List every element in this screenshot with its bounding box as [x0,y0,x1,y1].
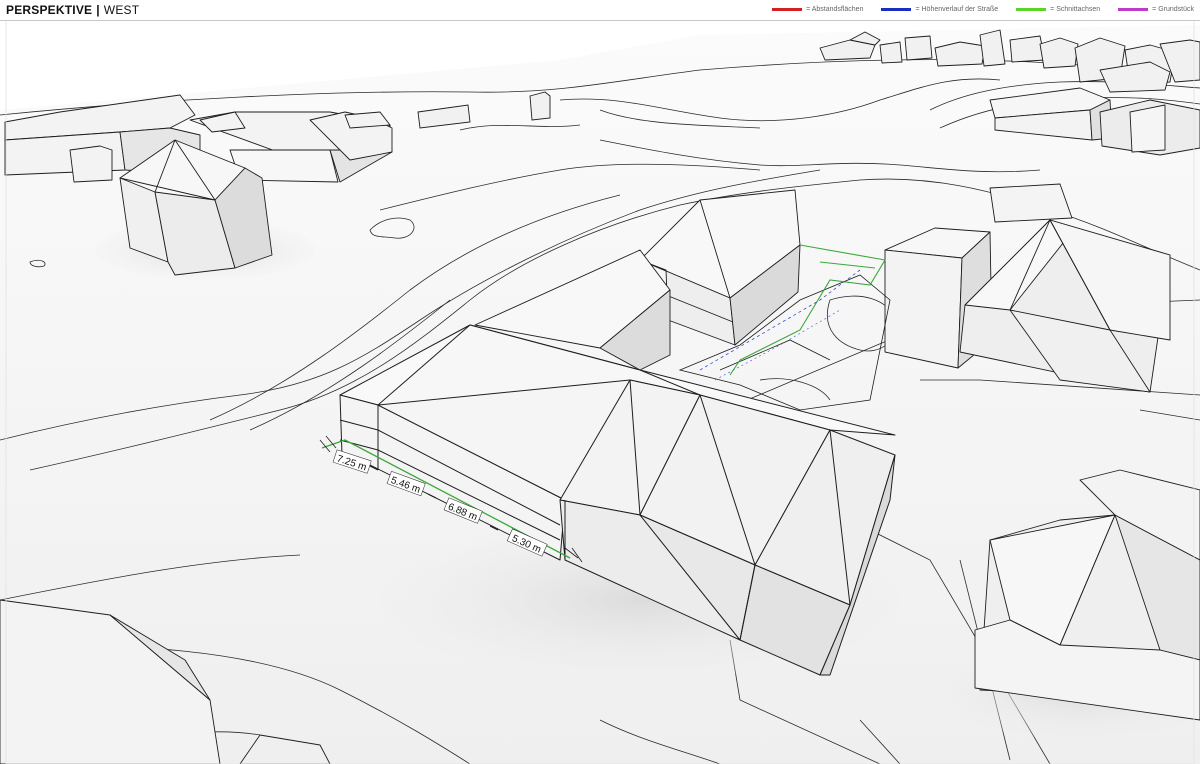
view-title-separator: | [96,3,100,17]
view-title-main: PERSPEKTIVE [6,3,93,17]
legend-label: = Abstandsflächen [806,6,864,13]
legend-swatch-purple [1118,8,1149,11]
view-header: PERSPEKTIVE | WEST = Abstandsflächen = Höh… [0,0,1200,21]
legend-label: = Schnittachsen [1050,6,1101,13]
view-title-direction: WEST [103,3,140,17]
legend-swatch-blue [881,8,912,11]
legend-item-schnittachsen: = Schnittachsen [1016,6,1100,13]
scene-canvas: 7.25 m 5.46 m 6.88 m 5.30 m [0,20,1200,764]
perspective-scene: 7.25 m 5.46 m 6.88 m 5.30 m [0,20,1200,764]
legend: = Abstandsflächen = Höhenverlauf der Str… [772,6,1194,13]
legend-item-grundstueck: = Grundstück [1118,6,1194,13]
legend-label: = Grundstück [1152,6,1194,13]
legend-swatch-green [1016,8,1047,11]
legend-label: = Höhenverlauf der Straße [915,6,999,13]
legend-item-abstandsflaechen: = Abstandsflächen [772,6,863,13]
legend-swatch-red [772,8,803,11]
legend-item-hoehenverlauf: = Höhenverlauf der Straße [881,6,998,13]
view-title: PERSPEKTIVE | WEST [6,3,139,17]
